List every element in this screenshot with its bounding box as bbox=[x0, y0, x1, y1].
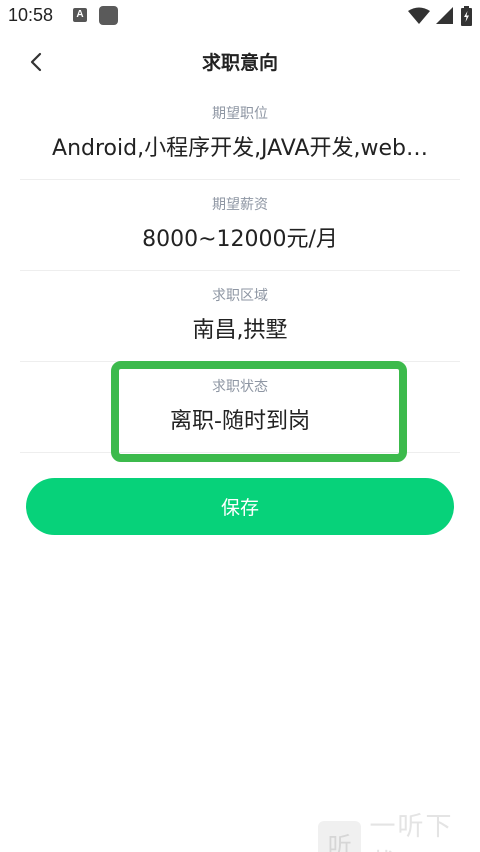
signal-icon bbox=[436, 7, 453, 24]
watermark: 听 一听下载 bbox=[318, 806, 480, 852]
battery-charging-icon bbox=[461, 6, 472, 26]
wifi-icon bbox=[408, 7, 430, 24]
field-value: 8000~12000元/月 bbox=[142, 227, 338, 252]
field-value: Android,小程序开发,JAVA开发,web… bbox=[52, 136, 428, 161]
field-job-region[interactable]: 求职区域 南昌,拱墅 bbox=[20, 286, 460, 346]
field-expected-salary[interactable]: 期望薪资 8000~12000元/月 bbox=[20, 195, 460, 255]
status-time: 10:58 bbox=[8, 5, 54, 25]
app-square-icon bbox=[99, 6, 118, 25]
watermark-logo: 听 bbox=[318, 821, 362, 852]
divider bbox=[20, 270, 460, 271]
field-value: 南昌,拱墅 bbox=[192, 318, 288, 343]
status-bar: 10:58 A bbox=[0, 0, 480, 32]
save-button[interactable]: 保存 bbox=[26, 478, 454, 535]
divider bbox=[20, 179, 460, 180]
page-title: 求职意向 bbox=[201, 52, 278, 74]
nav-bar: 求职意向 bbox=[0, 38, 480, 84]
field-label: 期望职位 bbox=[212, 106, 268, 122]
highlight-frame bbox=[111, 361, 407, 462]
field-label: 求职区域 bbox=[212, 288, 268, 304]
watermark-text: 一听下载 bbox=[369, 812, 454, 852]
field-label: 期望薪资 bbox=[212, 197, 268, 213]
field-expected-position[interactable]: 期望职位 Android,小程序开发,JAVA开发,web… bbox=[20, 104, 460, 164]
notification-a-icon: A bbox=[73, 8, 87, 22]
